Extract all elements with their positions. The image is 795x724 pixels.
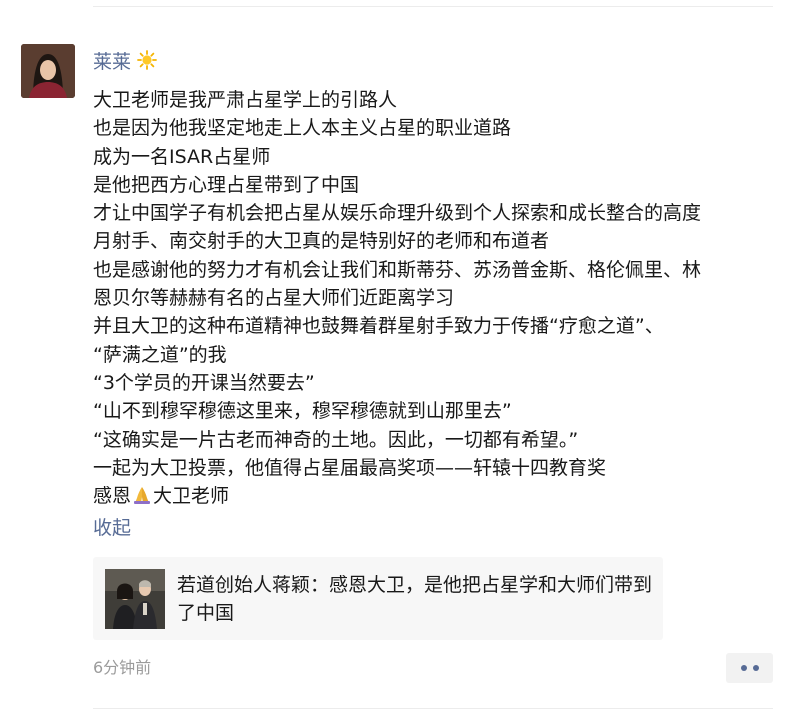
post-line: 是他把西方心理占星带到了中国 [93,173,360,196]
link-card[interactable]: 若道创始人蒋颖：感恩大卫，是他把占星学和大师们带到了中国 [93,557,663,640]
post-line: 并且大卫的这种布道精神也鼓舞着群星射手致力于传播“疗愈之道”、 [93,315,664,338]
more-dot-icon [752,665,759,671]
post-line: “3个学员的开课当然要去” [93,371,315,394]
post-line: 也是因为他我坚定地走上人本主义占星的职业道路 [93,117,512,140]
post-line-final: 感恩 大卫老师 [93,482,783,510]
post-line: 大卫老师是我严肃占星学上的引路人 [93,89,398,111]
post-line: “山不到穆罕穆德这里来，穆罕穆德就到山那里去” [93,400,512,423]
link-card-title: 若道创始人蒋颖：感恩大卫，是他把占星学和大师们带到了中国 [177,573,653,624]
timestamp: 6分钟前 [93,658,152,677]
avatar-image [21,44,75,98]
more-dot-icon [740,665,747,671]
author-name[interactable]: 莱莱 [93,47,131,74]
bottom-divider [93,708,773,709]
thanks-text: 感恩 [93,485,132,508]
post-line: 恩贝尔等赫赫有名的占星大师们近距离学习 [93,287,455,310]
teacher-text: 大卫老师 [153,485,230,508]
post-line: 也是感谢他的努力才有机会让我们和斯蒂芬、苏汤普金斯、格伦佩里、林 [93,258,702,281]
sun-icon [137,50,157,70]
post-line: “这确实是一片古老而神奇的土地。因此，一切都有希望。” [93,428,579,451]
post-line: “萨满之道”的我 [93,343,227,366]
link-thumbnail [105,568,165,629]
collapse-link[interactable]: 收起 [93,514,131,542]
post-line: 成为一名ISAR占星师 [93,145,271,168]
post-body: 大卫老师是我严肃占星学上的引路人 也是因为他我坚定地走上人本主义占星的职业道路 … [93,86,783,510]
praying-hands-icon [132,485,152,505]
post-line: 一起为大卫投票，他值得占星届最高奖项——轩辕十四教育奖 [93,456,607,479]
top-divider [93,6,773,7]
post-line: 月射手、南交射手的大卫真的是特别好的老师和布道者 [93,230,550,253]
author-row: 莱莱 [93,46,157,74]
more-actions-button[interactable] [726,653,773,683]
post-line: 才让中国学子有机会把占星从娱乐命理升级到个人探索和成长整合的高度 [93,202,702,225]
avatar[interactable] [21,44,75,98]
